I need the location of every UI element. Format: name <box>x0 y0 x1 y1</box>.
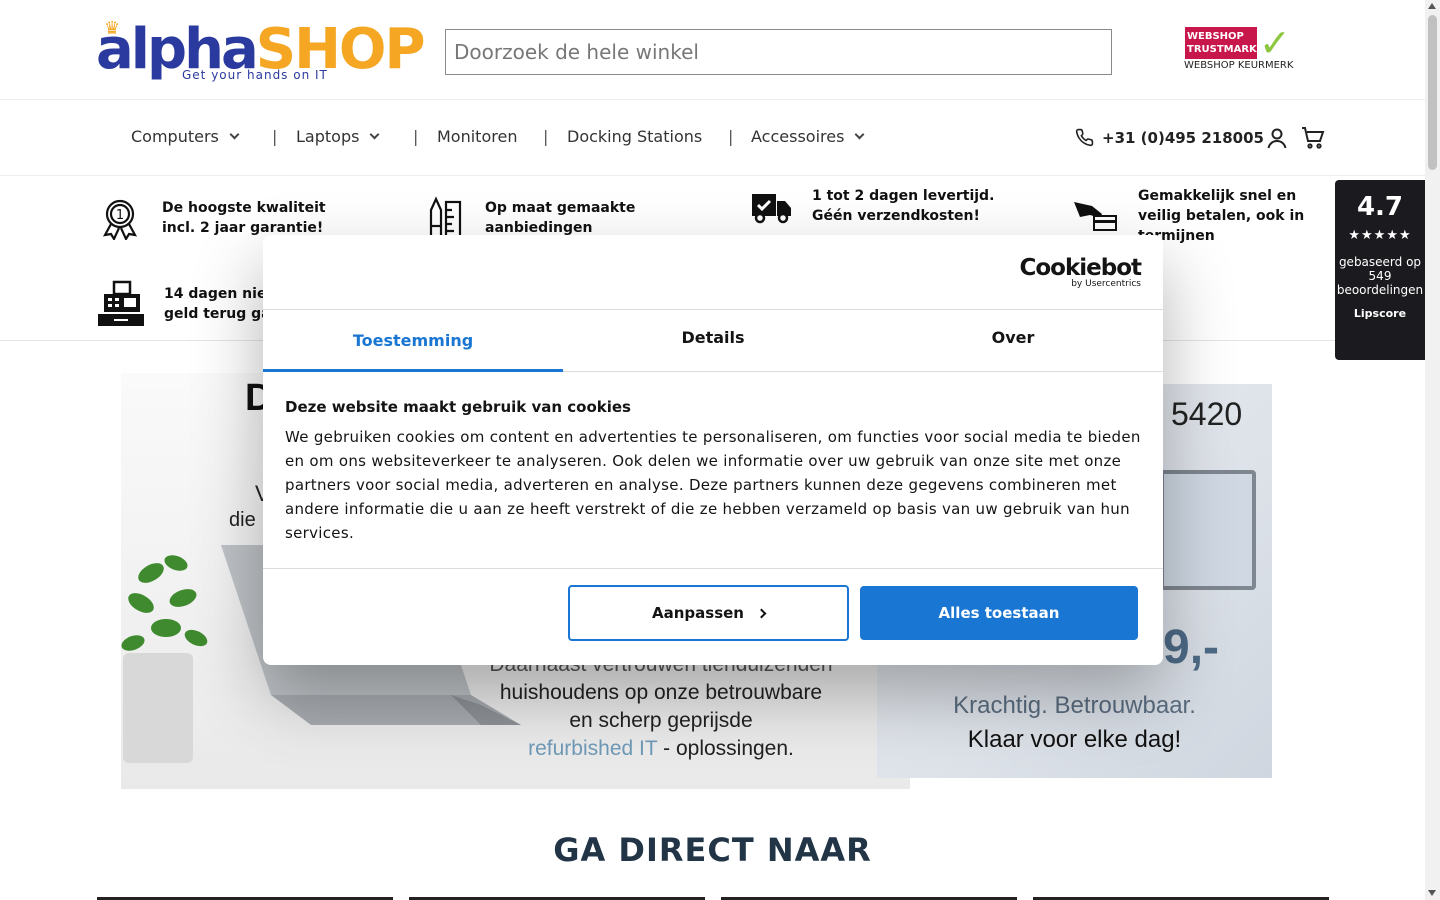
banner-line: die <box>229 509 256 531</box>
nav-separator: | <box>413 127 419 146</box>
webshop-trustmark-badge[interactable]: WEBSHOP TRUSTMARK ✓ WEBSHOP KEURMERK <box>1183 24 1305 74</box>
delivery-truck-icon <box>752 194 791 224</box>
usp-text: Gemakkelijk snel en veilig betalen, ook … <box>1138 188 1305 244</box>
usp-text: 1 tot 2 dagen levertijd. Géén verzendkos… <box>812 188 995 224</box>
page-scrollbar[interactable] <box>1425 0 1440 900</box>
search-input[interactable] <box>446 30 1111 74</box>
scroll-down-arrow-icon[interactable] <box>1428 890 1436 896</box>
customize-label: Aanpassen <box>652 604 744 622</box>
cookiebot-logo: Cookiebot by Usercentrics <box>1019 255 1142 289</box>
scroll-up-arrow-icon[interactable] <box>1428 3 1436 9</box>
site-header: ♛ alphaSHOP Get your hands on IT WEBSHOP… <box>0 0 1425 100</box>
main-nav: Computers | Laptops | Monitoren | Dockin… <box>0 100 1425 176</box>
lipscore-rating-widget[interactable]: 4.7 ★★★★★ gebaseerd op 549 beoordelingen… <box>1335 180 1425 360</box>
cookie-consent-dialog: Cookiebot by Usercentrics Toestemming De… <box>263 235 1163 665</box>
checkmark-icon: ✓ <box>1259 21 1291 65</box>
trust-line-1: WEBSHOP <box>1187 31 1244 42</box>
user-account-icon[interactable] <box>1265 126 1289 150</box>
tab-toestemming[interactable]: Toestemming <box>263 310 563 372</box>
usp-text: Op maat gemaakte aanbiedingen <box>485 200 636 236</box>
rating-score: 4.7 <box>1356 192 1404 222</box>
banner-body-line: - oplossingen. <box>657 737 794 760</box>
nav-item-laptops[interactable]: Laptops <box>296 127 380 146</box>
hand-card-icon <box>1074 202 1117 231</box>
phone-icon <box>1075 128 1094 147</box>
phone-link[interactable]: +31 (0)495 218005 <box>1075 128 1264 147</box>
banner-slogan: Krachtig. Betrouwbaar. <box>953 692 1196 719</box>
banner-slogan: Klaar voor elke dag! <box>967 726 1182 753</box>
product-price: 9,- <box>1163 621 1220 674</box>
nav-item-computers[interactable]: Computers <box>131 127 240 146</box>
star-rating-icon: ★★★★★ <box>1348 228 1412 243</box>
section-title: GA DIRECT NAAR <box>553 831 872 869</box>
tab-details[interactable]: Details <box>563 310 863 371</box>
nav-label: Docking Stations <box>567 127 703 146</box>
svg-text:1: 1 <box>116 208 124 223</box>
trust-line-2: TRUSTMARK <box>1187 44 1257 55</box>
banner-highlight: refurbished IT <box>528 737 658 760</box>
cookiebot-name: Cookiebot <box>1019 255 1142 281</box>
cookie-dialog-body: Deze website maakt gebruik van cookies W… <box>263 372 1163 569</box>
nav-label: Accessoires <box>751 127 845 146</box>
rating-count: gebaseerd op 549 beoordelingen <box>1336 255 1424 297</box>
award-ribbon-icon: 1 <box>102 199 138 240</box>
nav-item-accessoires[interactable]: Accessoires <box>751 127 865 146</box>
logo-tagline: Get your hands on IT <box>182 68 328 82</box>
allow-all-button[interactable]: Alles toestaan <box>860 586 1138 640</box>
banner-body: Daarnaast vertrouwen tienduizenden huish… <box>461 651 861 763</box>
scrollbar-thumb[interactable] <box>1428 15 1437 170</box>
banner-body-line: en scherp geprijsde <box>569 709 753 732</box>
customize-button[interactable]: Aanpassen <box>568 585 849 641</box>
cookie-dialog-header: Cookiebot by Usercentrics <box>263 235 1163 310</box>
chevron-down-icon <box>369 129 380 140</box>
nav-label: Monitoren <box>437 127 518 146</box>
nav-separator: | <box>272 127 278 146</box>
cookie-description: We gebruiken cookies om content en adver… <box>285 428 1141 542</box>
chevron-down-icon <box>854 129 865 140</box>
cookie-tabs: Toestemming Details Over <box>263 310 1163 372</box>
nav-separator: | <box>728 127 734 146</box>
cookie-title: Deze website maakt gebruik van cookies <box>285 398 631 416</box>
search-box <box>445 29 1112 75</box>
chevron-down-icon <box>229 129 240 140</box>
chevron-right-icon <box>756 608 767 618</box>
laptop-screen-image <box>1160 470 1256 590</box>
shopping-cart-icon[interactable] <box>1301 126 1325 150</box>
lipscore-logo: Lipscore <box>1353 307 1407 320</box>
pencil-ruler-icon <box>429 196 462 239</box>
usp-quality: 1 De hoogste kwaliteit incl. 2 jaar gara… <box>98 196 398 240</box>
nav-separator: | <box>543 127 549 146</box>
nav-label: Laptops <box>296 127 360 146</box>
phone-number: +31 (0)495 218005 <box>1102 128 1264 147</box>
usp-delivery: 1 tot 2 dagen levertijd. Géén verzendkos… <box>750 186 1050 226</box>
trust-subtitle: WEBSHOP KEURMERK <box>1184 60 1294 71</box>
banner-body-line: huishoudens op onze betrouwbare <box>499 681 823 704</box>
cash-register-icon <box>98 280 144 326</box>
usp-text: De hoogste kwaliteit incl. 2 jaar garant… <box>162 200 326 236</box>
nav-item-docking-stations[interactable]: Docking Stations <box>567 127 702 146</box>
alphashop-logo[interactable]: ♛ alphaSHOP Get your hands on IT <box>96 18 426 84</box>
nav-item-monitoren[interactable]: Monitoren <box>437 127 517 146</box>
nav-label: Computers <box>131 127 219 146</box>
product-model: 5420 <box>1171 396 1243 432</box>
tab-over[interactable]: Over <box>863 310 1163 371</box>
usp-custom-offers: Op maat gemaakte aanbiedingen <box>425 196 725 240</box>
